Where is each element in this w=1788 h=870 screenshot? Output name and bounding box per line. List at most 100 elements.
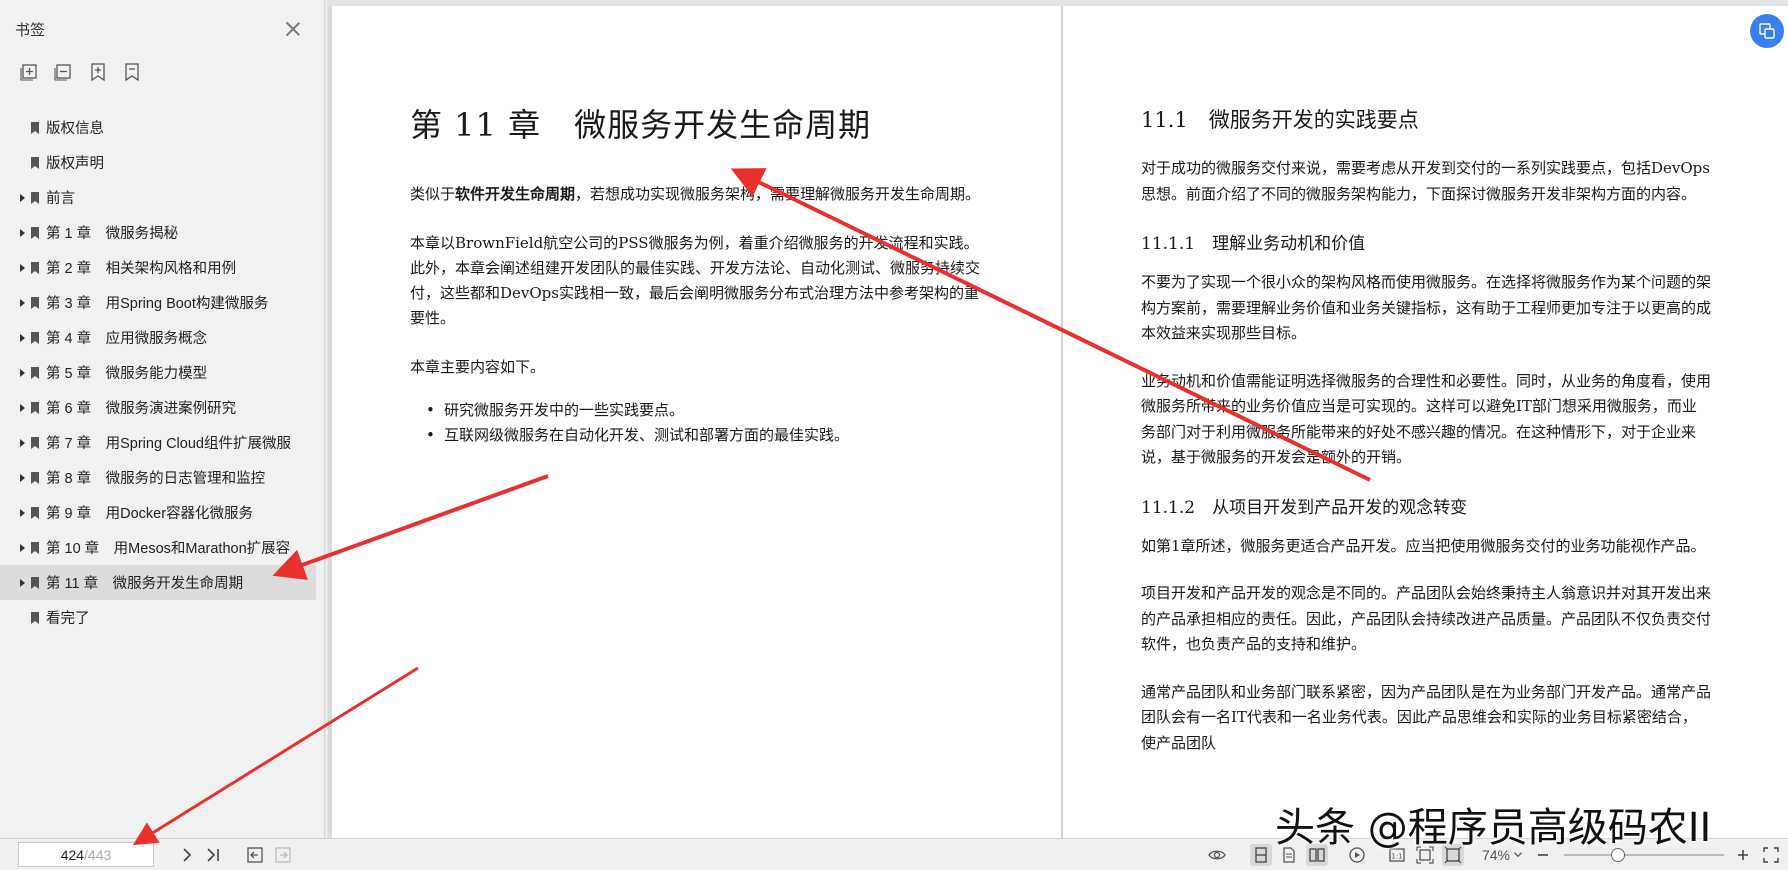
svg-text:1:1: 1:1 <box>1391 852 1402 860</box>
forward-icon[interactable] <box>272 844 294 866</box>
contents-intro: 本章主要内容如下。 <box>410 358 546 376</box>
section-paragraph: 对于成功的微服务交付来说，需要考虑从开发到交付的一系列实践要点，包括DevOps… <box>1141 159 1710 203</box>
back-icon[interactable] <box>244 844 266 866</box>
bookmark-flag-icon <box>30 436 40 450</box>
right-page: 11.1 微服务开发的实践要点 对于成功的微服务交付来说，需要考虑从开发到交付的… <box>1141 104 1711 778</box>
bookmark-item[interactable]: 第 8 章 微服务的日志管理和监控 <box>0 460 316 495</box>
bookmark-label: 看完了 <box>46 611 90 627</box>
zoom-slider-track <box>1564 853 1724 856</box>
sidebar-header: 书签 <box>0 0 324 58</box>
bookmark-item[interactable]: 版权声明 <box>0 145 316 180</box>
intro-bold: 软件开发生命周期 <box>455 185 576 203</box>
bookmark-label: 前言 <box>46 191 75 207</box>
expand-arrow-icon[interactable] <box>16 542 28 554</box>
bookmark-label: 第 11 章 微服务开发生命周期 <box>46 576 244 592</box>
last-page-icon[interactable] <box>202 844 224 866</box>
document-view[interactable]: 第 11 章 微服务开发生命周期 类似于软件开发生命周期，若想成功实现微服务架构… <box>328 0 1788 838</box>
expand-arrow-icon <box>16 157 28 169</box>
chapter-paragraph: 本章以BrownField航空公司的PSS微服务为例，着重介绍微服务的开发流程和… <box>410 234 981 327</box>
watermark: 头条 @程序员高级码农II <box>1275 805 1712 851</box>
bookmark-item[interactable]: 第 3 章 用Spring Boot构建微服务 <box>0 285 316 320</box>
bookmark-label: 第 4 章 应用微服务概念 <box>46 331 208 347</box>
bookmark-flag-icon <box>30 121 40 135</box>
expand-arrow-icon[interactable] <box>16 472 28 484</box>
bookmark-sidebar: 书签 版权信息 版权声明 前言第 1 章 微服务揭秘第 2 章 相关架构风格和用例第… <box>0 0 325 838</box>
bookmark-flag-icon <box>30 366 40 380</box>
bookmark-item[interactable]: 第 7 章 用Spring Cloud组件扩展微服 <box>0 425 316 460</box>
bookmark-flag-icon <box>30 296 40 310</box>
contents-list: 研究微服务开发中的一些实践要点。 互联网级微服务在自动化开发、测试和部署方面的最… <box>410 398 990 448</box>
bookmark-flag-icon <box>30 226 40 240</box>
bookmark-item[interactable]: 看完了 <box>0 600 316 635</box>
bookmark-flag-icon <box>30 156 40 170</box>
section-paragraph: 通常产品团队和业务部门联系紧密，因为产品团队是在为业务部门开发产品。通常产品团队… <box>1141 682 1712 752</box>
bookmark-item[interactable]: 第 6 章 微服务演进案例研究 <box>0 390 316 425</box>
expand-arrow-icon[interactable] <box>16 367 28 379</box>
fullscreen-icon[interactable] <box>1760 844 1782 866</box>
expand-arrow-icon[interactable] <box>16 402 28 414</box>
bookmark-item[interactable]: 版权信息 <box>0 110 316 145</box>
section-paragraph: 业务动机和价值需能证明选择微服务的合理性和必要性。同时，从业务的角度看，使用微服… <box>1141 371 1712 467</box>
bookmark-flag-icon <box>30 191 40 205</box>
remove-bookmark-icon[interactable] <box>54 62 74 82</box>
bookmark-flag-icon <box>30 331 40 345</box>
bookmark-label: 版权信息 <box>46 121 104 137</box>
expand-arrow-icon[interactable] <box>16 437 28 449</box>
bookmark-flag-icon <box>30 261 40 275</box>
expand-arrow-icon[interactable] <box>16 227 28 239</box>
bookmark-label: 第 6 章 微服务演进案例研究 <box>46 401 237 417</box>
expand-arrow-icon[interactable] <box>16 192 28 204</box>
subsection-heading: 11.1.1 理解业务动机和价值 <box>1141 234 1366 254</box>
bookmark-label: 第 8 章 微服务的日志管理和监控 <box>46 471 266 487</box>
bookmark-label: 第 5 章 微服务能力模型 <box>46 366 208 382</box>
intro-paragraph: 类似于软件开发生命周期，若想成功实现微服务架构，需要理解微服务开发生命周期。 <box>410 182 990 207</box>
bookmark-item[interactable]: 第 11 章 微服务开发生命周期 <box>0 565 316 600</box>
bookmark-flag-icon <box>30 471 40 485</box>
bookmark-icon[interactable] <box>122 62 142 82</box>
left-page: 第 11 章 微服务开发生命周期 类似于软件开发生命周期，若想成功实现微服务架构… <box>410 100 990 448</box>
expand-arrow-icon[interactable] <box>16 577 28 589</box>
bookmark-item[interactable]: 第 9 章 用Docker容器化微服务 <box>0 495 316 530</box>
bookmark-item[interactable]: 第 4 章 应用微服务概念 <box>0 320 316 355</box>
section-paragraph: 项目开发和产品开发的观念是不同的。产品团队会始终秉持主人翁意识并对其开发出来的产… <box>1141 584 1712 653</box>
bookmark-item[interactable]: 第 10 章 用Mesos和Marathon扩展容 <box>0 530 316 565</box>
expand-arrow-icon[interactable] <box>16 332 28 344</box>
single-page-icon[interactable] <box>1249 843 1272 866</box>
bookmark-item[interactable]: 第 1 章 微服务揭秘 <box>0 215 316 250</box>
bookmark-label: 第 7 章 用Spring Cloud组件扩展微服 <box>46 436 291 452</box>
bookmark-flag-icon <box>30 401 40 415</box>
section-paragraph: 如第1章所述，微服务更适合产品开发。应当把使用微服务交付的业务功能视作产品。 <box>1141 536 1706 555</box>
bookmark-flag-icon <box>30 611 40 625</box>
expand-arrow-icon <box>16 612 28 624</box>
subsection-heading: 11.1.2 从项目开发到产品开发的观念转变 <box>1141 497 1468 518</box>
list-item: 研究微服务开发中的一些实践要点。 <box>426 398 990 423</box>
page-number-input[interactable]: 424/443 <box>18 842 154 867</box>
next-page-icon[interactable] <box>176 844 198 866</box>
zoom-in-icon[interactable] <box>1732 844 1754 866</box>
top-border <box>328 0 1788 6</box>
bookmark-add-icon[interactable] <box>88 62 108 82</box>
bookmark-flag-icon <box>30 541 40 555</box>
bookmark-label: 第 2 章 相关架构风格和用例 <box>46 261 237 277</box>
pane-edge <box>328 6 332 838</box>
expand-arrow-icon <box>16 122 28 134</box>
page-divider <box>1061 6 1063 838</box>
expand-arrow-icon[interactable] <box>16 297 28 309</box>
close-icon[interactable] <box>282 18 304 40</box>
eye-icon[interactable] <box>1206 844 1228 866</box>
bookmark-label: 第 3 章 用Spring Boot构建微服务 <box>46 296 269 312</box>
section-heading: 11.1 微服务开发的实践要点 <box>1141 108 1419 132</box>
bookmark-item[interactable]: 前言 <box>0 180 316 215</box>
bookmark-label: 第 10 章 用Mesos和Marathon扩展容 <box>46 541 291 557</box>
expand-arrow-icon[interactable] <box>16 262 28 274</box>
list-item: 互联网级微服务在自动化开发、测试和部署方面的最佳实践。 <box>426 423 990 448</box>
bookmark-item[interactable]: 第 2 章 相关架构风格和用例 <box>0 250 316 285</box>
sidebar-title: 书签 <box>15 20 46 39</box>
bookmark-flag-icon <box>30 576 40 590</box>
bookmark-label: 第 1 章 微服务揭秘 <box>46 226 179 242</box>
add-bookmark-icon[interactable] <box>20 62 40 82</box>
translate-button[interactable] <box>1750 14 1784 48</box>
bookmark-label: 第 9 章 用Docker容器化微服务 <box>46 506 254 522</box>
bookmark-item[interactable]: 第 5 章 微服务能力模型 <box>0 355 316 390</box>
expand-arrow-icon[interactable] <box>16 507 28 519</box>
